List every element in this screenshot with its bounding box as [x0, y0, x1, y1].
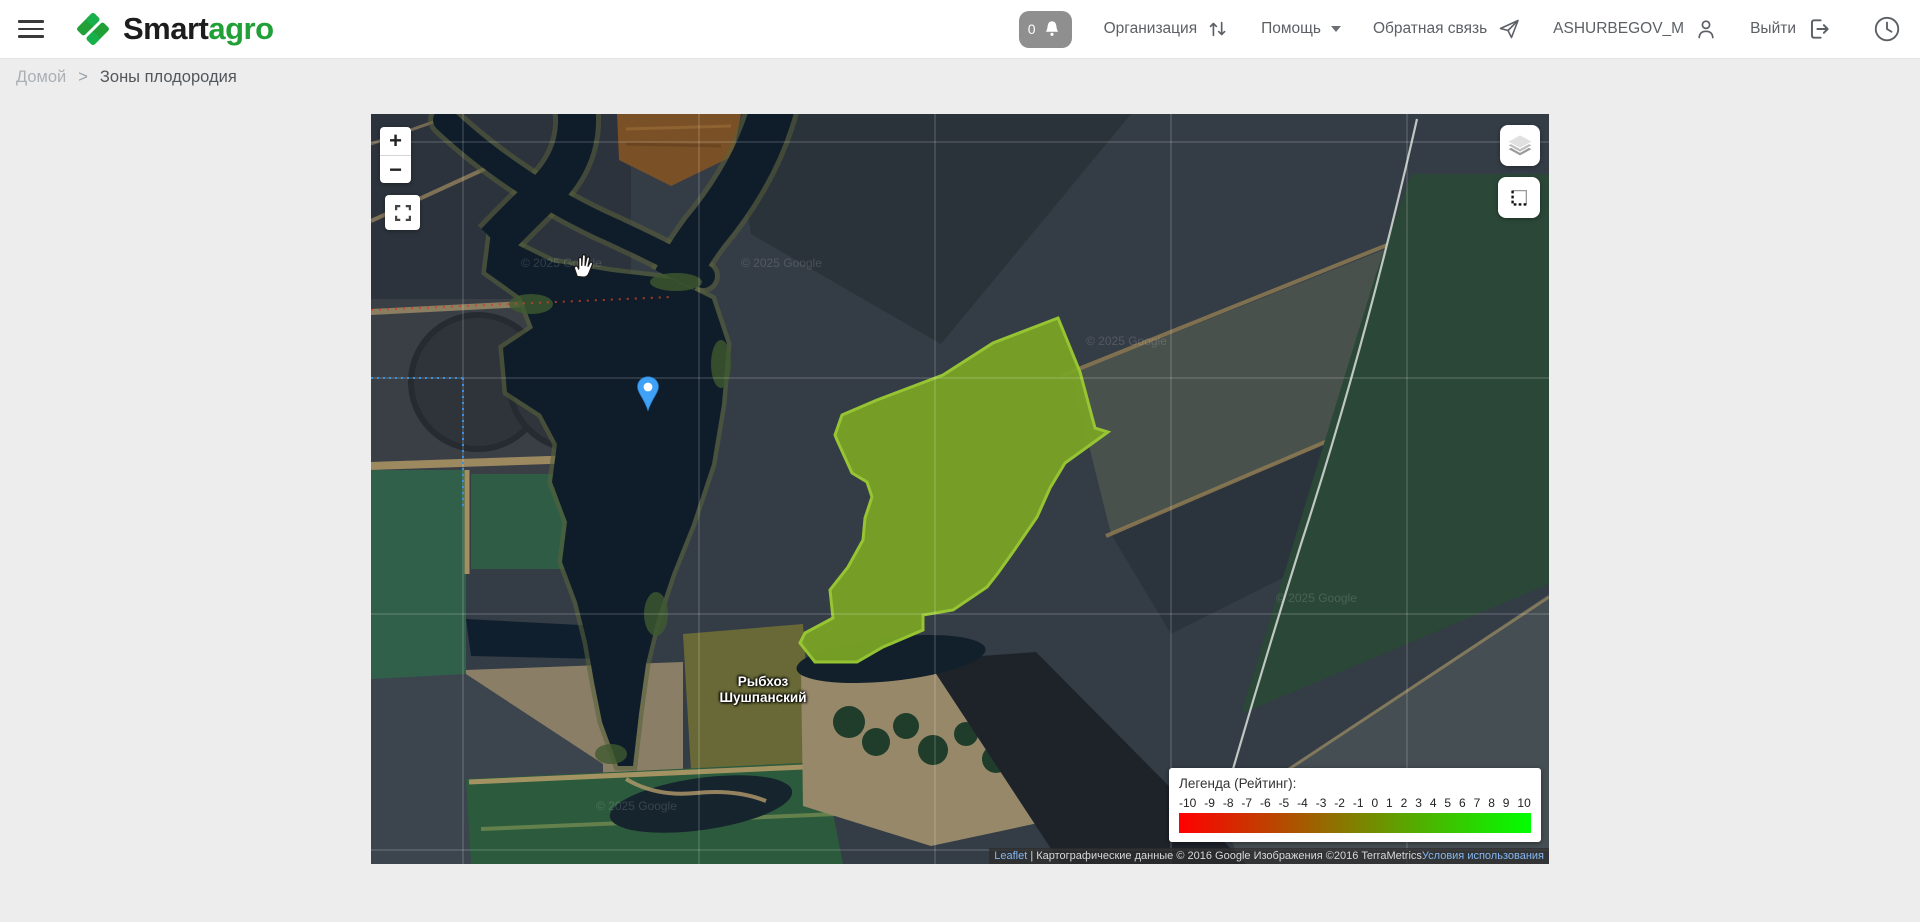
history-clock-button[interactable] [1872, 14, 1902, 44]
legend-tick: 4 [1430, 796, 1437, 810]
legend-tick: 7 [1474, 796, 1481, 810]
measure-square-icon [1508, 187, 1530, 209]
layers-button[interactable] [1500, 125, 1540, 166]
logout-icon [1806, 16, 1832, 42]
nav-feedback[interactable]: Обратная связь [1373, 17, 1521, 41]
fullscreen-icon [392, 202, 414, 224]
user-icon [1694, 17, 1718, 41]
google-watermark: © 2025 Google [596, 799, 677, 813]
satellite-terrain: © 2025 Google © 2025 Google © 2025 Googl… [371, 114, 1549, 864]
google-watermark: © 2025 Google [1276, 591, 1357, 605]
legend-tick: -9 [1204, 796, 1215, 810]
attribution-text: | Картографические данные © 2016 Google … [1027, 850, 1422, 862]
legend-tick: -1 [1353, 796, 1364, 810]
map-marker-pin[interactable] [636, 376, 660, 417]
legend-tick: 3 [1415, 796, 1422, 810]
hamburger-menu-icon[interactable] [18, 20, 44, 38]
hand-cursor-icon [569, 252, 597, 285]
fullscreen-button[interactable] [385, 195, 420, 230]
zoom-in-button[interactable]: + [380, 127, 411, 155]
top-header: Smartagro 0 Организация Помощь [0, 0, 1920, 59]
swap-vertical-icon [1207, 18, 1229, 40]
legend-tick: -2 [1334, 796, 1345, 810]
bell-icon [1041, 18, 1063, 40]
caret-down-icon [1331, 26, 1341, 32]
legend-tick: -7 [1241, 796, 1252, 810]
map-canvas[interactable]: © 2025 Google © 2025 Google © 2025 Googl… [371, 114, 1549, 864]
leaflet-link[interactable]: Leaflet [994, 850, 1027, 862]
legend-tick: -5 [1279, 796, 1290, 810]
breadcrumb-home[interactable]: Домой [16, 68, 66, 87]
legend-ticks: -10-9-8-7-6-5-4-3-2-1012345678910 [1179, 796, 1531, 810]
breadcrumb-separator: > [78, 68, 88, 87]
legend-tick: 10 [1517, 796, 1530, 810]
nav-organization[interactable]: Организация [1104, 18, 1229, 40]
legend-gradient [1179, 813, 1531, 833]
zoom-control: + − [380, 127, 411, 183]
google-watermark: © 2025 Google [741, 256, 822, 270]
terms-link[interactable]: Условия использования [1422, 850, 1544, 862]
legend-title: Легенда (Рейтинг): [1179, 776, 1531, 791]
layers-icon [1505, 131, 1535, 161]
header-nav: 0 Организация Помощь Обратная связ [1019, 11, 1902, 48]
page-title: Зоны плодородия [100, 68, 237, 87]
smartagro-logo-icon [72, 8, 114, 50]
nav-user[interactable]: ASHURBEGOV_M [1553, 17, 1718, 41]
measure-area-button[interactable] [1498, 177, 1540, 218]
google-watermark: © 2025 Google [1086, 334, 1167, 348]
map-attribution: Leaflet | Картографические данные © 2016… [989, 848, 1549, 864]
notifications-button[interactable]: 0 [1019, 11, 1072, 48]
legend-tick: -10 [1179, 796, 1196, 810]
legend-tick: 0 [1371, 796, 1378, 810]
legend-tick: 2 [1401, 796, 1408, 810]
rating-legend: Легенда (Рейтинг): -10-9-8-7-6-5-4-3-2-1… [1169, 768, 1541, 842]
legend-tick: -3 [1316, 796, 1327, 810]
app-title: Smartagro [123, 11, 274, 47]
nav-logout[interactable]: Выйти [1750, 16, 1832, 42]
legend-tick: -8 [1223, 796, 1234, 810]
zoom-out-button[interactable]: − [380, 155, 411, 183]
nav-help[interactable]: Помощь [1261, 20, 1341, 38]
legend-tick: 1 [1386, 796, 1393, 810]
paper-plane-icon [1497, 17, 1521, 41]
legend-tick: -6 [1260, 796, 1271, 810]
place-label: Рыбхоз Шушпанский [698, 674, 828, 706]
legend-tick: 9 [1503, 796, 1510, 810]
legend-tick: -4 [1297, 796, 1308, 810]
breadcrumb: Домой > Зоны плодородия [16, 68, 237, 87]
legend-tick: 6 [1459, 796, 1466, 810]
notification-count-badge: 0 [1028, 21, 1036, 37]
legend-tick: 8 [1488, 796, 1495, 810]
legend-tick: 5 [1444, 796, 1451, 810]
app-logo[interactable]: Smartagro [72, 8, 274, 50]
clock-icon [1872, 14, 1902, 44]
